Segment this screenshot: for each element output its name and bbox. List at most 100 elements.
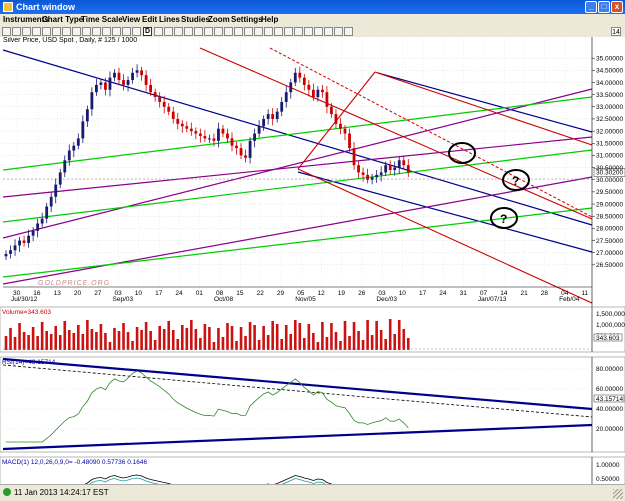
volume-axis-label: 1,500,000: [596, 311, 625, 318]
tool-trend-icon[interactable]: [52, 27, 61, 36]
close-button[interactable]: x: [611, 1, 623, 13]
price-tick-label: 26.50000: [596, 262, 623, 269]
candle-body: [275, 111, 279, 119]
tool-refresh-icon[interactable]: [244, 27, 253, 36]
menu-zoom[interactable]: Zoom: [208, 14, 230, 26]
tool-pin-icon[interactable]: [274, 27, 283, 36]
tool-zoom-out-icon[interactable]: [184, 27, 193, 36]
chart-area[interactable]: Silver Price, USD Spot , Daily, # 125 / …: [0, 37, 625, 484]
tool-area-icon[interactable]: [122, 27, 131, 36]
price-tick-label: 29.00000: [596, 201, 623, 208]
tool-ohlc-icon[interactable]: [132, 27, 141, 36]
price-tick-label: 31.00000: [596, 153, 623, 160]
candle-body: [307, 84, 311, 90]
tool-scroll-left-icon[interactable]: [194, 27, 203, 36]
tool-open-icon[interactable]: [2, 27, 11, 36]
tool-month-icon[interactable]: [164, 27, 173, 36]
tool-grid-icon[interactable]: [214, 27, 223, 36]
tool-copy-icon[interactable]: [314, 27, 323, 36]
menu-chart-type[interactable]: Chart Type: [42, 14, 83, 26]
tool-crosshair-icon[interactable]: [32, 27, 41, 36]
candle-body: [348, 133, 351, 149]
price-tick-label: 34.00000: [596, 80, 623, 87]
date-tick-label: 26: [358, 290, 366, 297]
volume-bar: [113, 328, 116, 350]
volume-bar: [149, 331, 152, 350]
oscillator-axis-label: 20.00000: [596, 426, 623, 433]
volume-bar: [280, 339, 284, 350]
menu-view[interactable]: View: [122, 14, 140, 26]
candle-body: [316, 89, 320, 98]
tool-line-icon[interactable]: [42, 27, 51, 36]
candle-body: [343, 128, 347, 134]
menu-time-scale[interactable]: Time Scale: [81, 14, 123, 26]
price-tick-label: 27.50000: [596, 238, 623, 245]
minimize-button[interactable]: _: [585, 1, 597, 13]
tool-candle-icon[interactable]: [102, 27, 111, 36]
volume-bar: [284, 325, 288, 350]
tool-study-icon[interactable]: [224, 27, 233, 36]
tool-linechart-icon[interactable]: [112, 27, 121, 36]
price-tick-label: 34.50000: [596, 68, 623, 75]
tool-bar-chart-icon[interactable]: [92, 27, 101, 36]
candle-body: [104, 82, 107, 90]
candle-body: [45, 206, 49, 219]
candle-body: [370, 177, 374, 180]
volume-bar: [81, 334, 85, 350]
tool-help-icon[interactable]: [264, 27, 273, 36]
date-tick-label: 27: [94, 290, 102, 297]
tool-fib-icon[interactable]: [72, 27, 81, 36]
oscillator-panel: RSI(14)=43.1571480.0000060.0000040.00000…: [0, 356, 625, 453]
candle-body: [212, 138, 216, 141]
price-tick-label: 32.50000: [596, 116, 623, 123]
resize-grip-icon[interactable]: [613, 489, 623, 499]
tool-channel-icon[interactable]: [62, 27, 71, 36]
tool-text-icon[interactable]: [82, 27, 91, 36]
tool-settings-icon[interactable]: [254, 27, 263, 36]
tool-scroll-right-icon[interactable]: [204, 27, 213, 36]
tool-zoom-in-icon[interactable]: [174, 27, 183, 36]
volume-bar: [230, 326, 234, 350]
candle-body: [239, 148, 243, 156]
oscillator-current-label: 43.15714: [596, 396, 623, 403]
candle-body: [90, 92, 94, 110]
volume-bar: [135, 327, 139, 350]
tool-redo-icon[interactable]: [294, 27, 303, 36]
tool-paste-icon[interactable]: [324, 27, 333, 36]
oscillator-axis-label: 80.00000: [596, 366, 623, 373]
tool-cut-icon[interactable]: [304, 27, 313, 36]
menu-lines[interactable]: Lines: [159, 14, 180, 26]
chart-svg[interactable]: Silver Price, USD Spot , Daily, # 125 / …: [0, 37, 625, 484]
tool-save-icon[interactable]: [12, 27, 21, 36]
candle-body: [49, 196, 53, 207]
tool-undo-icon[interactable]: [284, 27, 293, 36]
menu-studies[interactable]: Studies: [181, 14, 210, 26]
menu-help[interactable]: Help: [261, 14, 278, 26]
date-tick-label: 10: [399, 290, 407, 297]
tool-delete-icon[interactable]: [334, 27, 343, 36]
month-label: Jan/07/13: [478, 296, 507, 303]
candle-body: [76, 138, 80, 146]
question-mark: ?: [500, 212, 507, 226]
macd-axis-label: 1.00000: [596, 462, 620, 469]
window-title: Chart window: [16, 2, 75, 12]
tool-lock-icon[interactable]: [344, 27, 353, 36]
grid: [3, 37, 592, 287]
tool-week-icon[interactable]: [154, 27, 163, 36]
menu-settings[interactable]: Settings: [231, 14, 263, 26]
status-icon: [3, 488, 11, 496]
candle-body: [325, 92, 329, 107]
tool-compare-icon[interactable]: [234, 27, 243, 36]
date-tick-label: 13: [54, 290, 62, 297]
blue-trend-line: [377, 72, 593, 133]
candle-body: [361, 172, 365, 175]
volume-bar: [199, 338, 202, 350]
tool-print-icon[interactable]: [22, 27, 31, 36]
menu-edit[interactable]: Edit: [142, 14, 157, 26]
candle-body: [54, 184, 58, 197]
maximize-button[interactable]: □: [598, 1, 610, 13]
volume-bar: [49, 334, 53, 350]
tool-d-button[interactable]: D: [143, 27, 152, 36]
oscillator-axis-label: 40.00000: [596, 406, 623, 413]
volume-bar: [194, 329, 198, 350]
